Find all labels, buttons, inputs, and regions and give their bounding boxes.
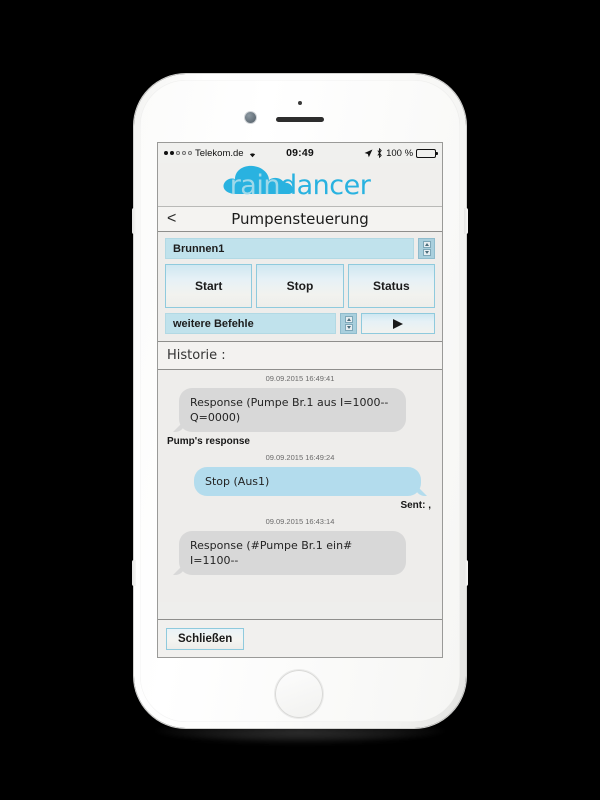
message-timestamp: 09.09.2015 16:49:24 [265, 453, 335, 462]
wifi-icon [247, 149, 258, 158]
chevron-up-icon[interactable] [422, 241, 431, 248]
carrier-label: Telekom.de [195, 147, 244, 159]
app-logo-bar: raindancer [158, 163, 442, 206]
well-select[interactable]: Brunnen1 [165, 238, 414, 259]
footer-bar: Schließen [158, 619, 442, 657]
message-meta: Pump's response [167, 436, 250, 447]
controls-panel: Brunnen1 Start Stop Status weitere Befeh… [158, 232, 442, 342]
app-logo-text: raindancer [190, 169, 410, 203]
battery-percent-label: 100 % [386, 147, 414, 159]
back-button[interactable]: < [167, 211, 176, 227]
message-item: 09.09.2015 16:43:14 Response (#Pumpe Br.… [158, 517, 442, 575]
message-item: 09.09.2015 16:49:24 Stop (Aus1) Sent: , [158, 453, 442, 511]
clock-label: 09:49 [286, 147, 314, 159]
earpiece-speaker [276, 117, 324, 122]
signal-strength-icon [164, 151, 192, 155]
front-camera-icon [245, 112, 256, 123]
volume-down-button[interactable] [132, 560, 136, 586]
status-bar: Telekom.de 09:49 100 % [158, 143, 442, 163]
message-item: 09.09.2015 16:49:41 Response (Pumpe Br.1… [158, 374, 442, 447]
battery-icon [416, 148, 439, 158]
stop-button[interactable]: Stop [256, 264, 344, 308]
well-select-row: Brunnen1 [165, 238, 435, 259]
volume-up-button[interactable] [132, 208, 136, 234]
status-bar-left: Telekom.de [164, 148, 286, 159]
phone-screen: Telekom.de 09:49 100 % raindancer < Pump… [158, 143, 442, 657]
command-buttons-row: Start Stop Status [165, 264, 435, 308]
history-header: Historie : [158, 342, 442, 370]
message-meta: Sent: , [400, 500, 431, 511]
sim-tray [464, 560, 468, 586]
command-select-stepper[interactable] [340, 313, 357, 334]
close-button[interactable]: Schließen [166, 627, 245, 650]
proximity-sensor-icon [298, 101, 302, 105]
location-arrow-icon [364, 149, 373, 158]
page-title: Pumpensteuerung [231, 210, 369, 228]
message-bubble-outgoing: Stop (Aus1) [194, 467, 421, 496]
bluetooth-icon [376, 147, 383, 159]
chevron-down-icon[interactable] [344, 324, 353, 331]
chevron-up-icon[interactable] [344, 316, 353, 323]
message-bubble-incoming: Response (Pumpe Br.1 aus I=1000--Q=0000) [179, 388, 406, 432]
logo-text-rain: rain [229, 169, 281, 201]
history-message-list[interactable]: 09.09.2015 16:49:41 Response (Pumpe Br.1… [158, 370, 442, 602]
home-button[interactable] [275, 670, 323, 718]
message-timestamp: 09.09.2015 16:43:14 [265, 517, 335, 526]
navigation-bar: < Pumpensteuerung [158, 206, 442, 232]
more-commands-row: weitere Befehle [165, 313, 435, 334]
message-bubble-incoming: Response (#Pumpe Br.1 ein# I=1100-- [179, 531, 406, 575]
chevron-down-icon[interactable] [422, 249, 431, 256]
logo-text-dancer: dancer [279, 169, 371, 201]
status-bar-right: 100 % [314, 147, 439, 159]
status-button[interactable]: Status [347, 264, 435, 308]
message-timestamp: 09.09.2015 16:49:41 [265, 374, 335, 383]
power-button[interactable] [464, 208, 468, 234]
play-triangle-icon [393, 318, 403, 329]
command-select[interactable]: weitere Befehle [165, 313, 336, 334]
send-command-button[interactable] [361, 313, 435, 334]
start-button[interactable]: Start [165, 264, 253, 308]
well-select-stepper[interactable] [418, 238, 435, 259]
